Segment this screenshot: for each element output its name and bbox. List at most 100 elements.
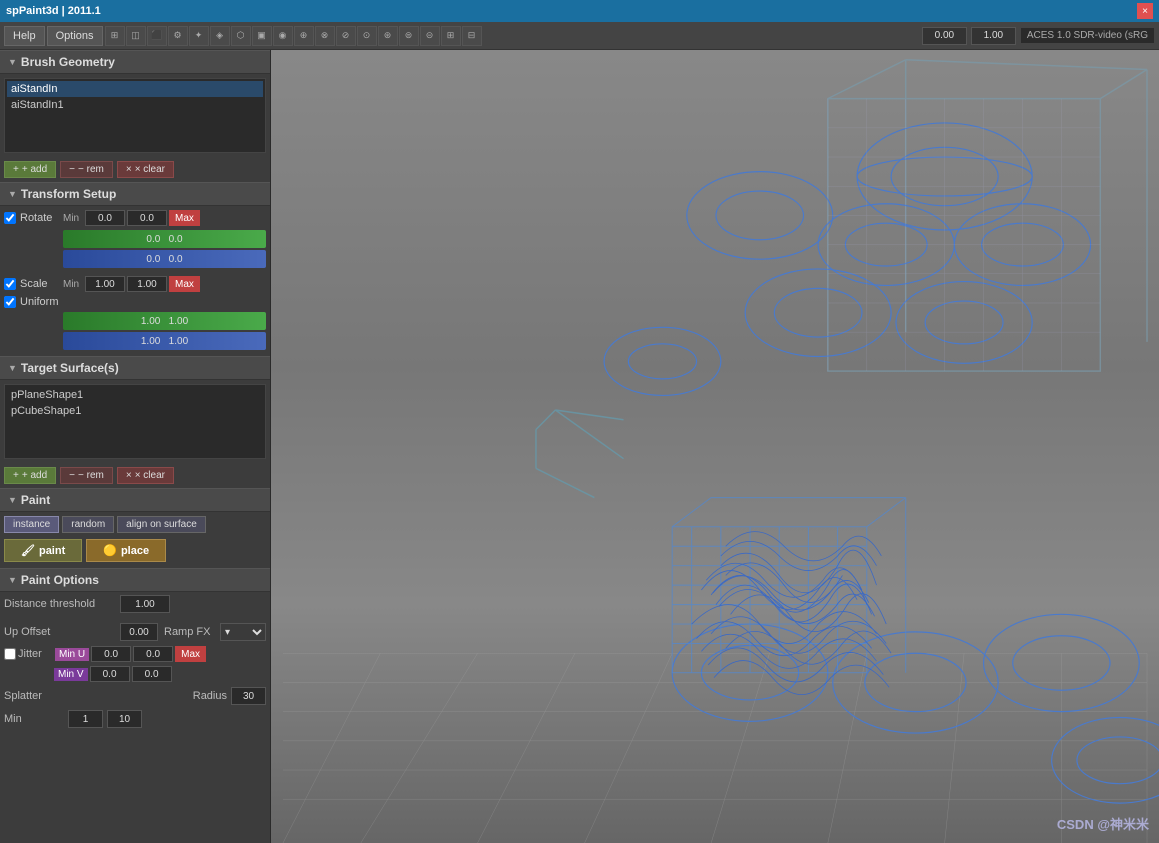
mode-align-button[interactable]: align on surface bbox=[117, 516, 206, 533]
rotate-green-bar[interactable]: 0.0 0.0 bbox=[63, 230, 266, 248]
toolbar-icon-10[interactable]: ⊕ bbox=[294, 26, 314, 46]
toolbar-value2[interactable] bbox=[971, 27, 1016, 45]
brush-clear-label: × clear bbox=[135, 164, 165, 175]
toolbar-icon-11[interactable]: ⊗ bbox=[315, 26, 335, 46]
uniform-green-val2: 1.00 bbox=[169, 316, 188, 327]
toolbar-icon-14[interactable]: ⊛ bbox=[378, 26, 398, 46]
mode-instance-button[interactable]: instance bbox=[4, 516, 59, 533]
jitter-u-max-btn[interactable]: Max bbox=[175, 646, 206, 662]
jitter-u-val1[interactable] bbox=[91, 646, 131, 662]
rotate-checkbox[interactable] bbox=[4, 212, 16, 224]
place-button[interactable]: 🟡 place bbox=[86, 539, 166, 562]
radius-input[interactable] bbox=[231, 687, 266, 705]
uniform-green-row: 1.00 1.00 bbox=[63, 312, 266, 330]
toolbar-icon-12[interactable]: ⊘ bbox=[336, 26, 356, 46]
rotate-label: Rotate bbox=[20, 212, 52, 224]
scale-min-val2[interactable] bbox=[127, 276, 167, 292]
brush-rem-button[interactable]: − − rem bbox=[60, 161, 113, 178]
max-value-input[interactable] bbox=[107, 710, 142, 728]
ramp-fx-select[interactable]: ▾ bbox=[220, 623, 266, 641]
close-button[interactable]: × bbox=[1137, 3, 1153, 19]
toolbar-icon-13[interactable]: ⊙ bbox=[357, 26, 377, 46]
toolbar-icon-2[interactable]: ◫ bbox=[126, 26, 146, 46]
rotate-min-val2[interactable] bbox=[127, 210, 167, 226]
toolbar-icon-15[interactable]: ⊜ bbox=[399, 26, 419, 46]
up-offset-row: Up Offset Ramp FX ▾ bbox=[0, 620, 270, 644]
brush-item-1[interactable]: aiStandIn1 bbox=[7, 97, 263, 113]
help-menu[interactable]: Help bbox=[4, 26, 45, 46]
scale-check-label[interactable]: Scale bbox=[4, 278, 59, 290]
brush-add-label: + add bbox=[22, 164, 47, 175]
ramp-fx-label: Ramp FX bbox=[164, 626, 214, 638]
paint-options-label: Paint Options bbox=[21, 573, 99, 587]
toolbar-icon-4[interactable]: ⚙ bbox=[168, 26, 188, 46]
brush-geometry-list: aiStandIn aiStandIn1 bbox=[4, 78, 266, 153]
scale-label: Scale bbox=[20, 278, 48, 290]
distance-threshold-input[interactable] bbox=[120, 595, 170, 613]
rotate-check-label[interactable]: Rotate bbox=[4, 212, 59, 224]
paint-options-header[interactable]: ▼ Paint Options bbox=[0, 568, 270, 592]
jitter-u-val2[interactable] bbox=[133, 646, 173, 662]
radius-label: Radius bbox=[193, 690, 227, 702]
target-surfaces-arrow: ▼ bbox=[8, 363, 17, 373]
paint-button[interactable]: 🖌 paint bbox=[4, 539, 82, 562]
min-value-input[interactable] bbox=[68, 710, 103, 728]
toolbar-icon-1[interactable]: ⊞ bbox=[105, 26, 125, 46]
toolbar-icon-5[interactable]: ✦ bbox=[189, 26, 209, 46]
toolbar-icon-18[interactable]: ⊟ bbox=[462, 26, 482, 46]
rotate-green-val1: 0.0 bbox=[146, 234, 160, 245]
scale-max-btn[interactable]: Max bbox=[169, 276, 200, 292]
mode-random-button[interactable]: random bbox=[62, 516, 114, 533]
jitter-checkbox[interactable] bbox=[4, 648, 16, 660]
toolbar-icon-3[interactable]: ⬛ bbox=[147, 26, 167, 46]
scale-checkbox[interactable] bbox=[4, 278, 16, 290]
surface-item-1[interactable]: pCubeShape1 bbox=[7, 403, 263, 419]
toolbar-icons: ⊞ ◫ ⬛ ⚙ ✦ ◈ ⬡ ▣ ◉ ⊕ ⊗ ⊘ ⊙ ⊛ ⊜ ⊝ ⊞ ⊟ bbox=[105, 26, 920, 46]
surface-rem-button[interactable]: − − rem bbox=[60, 467, 113, 484]
uniform-green-val1: 1.00 bbox=[141, 316, 160, 327]
paint-section-header[interactable]: ▼ Paint bbox=[0, 488, 270, 512]
toolbar-icon-7[interactable]: ⬡ bbox=[231, 26, 251, 46]
splatter-min-label: Min bbox=[4, 713, 64, 725]
toolbar-value1[interactable] bbox=[922, 27, 967, 45]
brush-item-0[interactable]: aiStandIn bbox=[7, 81, 263, 97]
rotate-max-btn[interactable]: Max bbox=[169, 210, 200, 226]
jitter-v-val2[interactable] bbox=[132, 666, 172, 682]
rem-icon: − bbox=[69, 164, 75, 175]
rotate-row: Rotate Min Max bbox=[4, 210, 266, 226]
uniform-blue-val1: 1.00 bbox=[141, 336, 160, 347]
surface-clear-icon: × bbox=[126, 470, 132, 481]
brush-clear-button[interactable]: × × clear bbox=[117, 161, 174, 178]
surface-clear-button[interactable]: × × clear bbox=[117, 467, 174, 484]
toolbar-icon-8[interactable]: ▣ bbox=[252, 26, 272, 46]
rotate-min-val1[interactable] bbox=[85, 210, 125, 226]
toolbar-icon-6[interactable]: ◈ bbox=[210, 26, 230, 46]
jitter-min-u-label: Min U bbox=[55, 648, 89, 661]
scale-min-val1[interactable] bbox=[85, 276, 125, 292]
brush-add-button[interactable]: + + add bbox=[4, 161, 56, 178]
transform-setup-label: Transform Setup bbox=[21, 187, 116, 201]
toolbar-icon-16[interactable]: ⊝ bbox=[420, 26, 440, 46]
surface-add-button[interactable]: + + add bbox=[4, 467, 56, 484]
uniform-check-label[interactable]: Uniform bbox=[4, 296, 59, 308]
brush-geometry-arrow: ▼ bbox=[8, 57, 17, 67]
up-offset-label: Up Offset bbox=[4, 626, 114, 638]
transform-setup-content: Rotate Min Max 0.0 0.0 0.0 bbox=[0, 206, 270, 356]
surface-item-0[interactable]: pPlaneShape1 bbox=[7, 387, 263, 403]
jitter-v-val1[interactable] bbox=[90, 666, 130, 682]
jitter-u-row: Jitter Min U Max bbox=[0, 644, 270, 664]
rotate-blue-bar[interactable]: 0.0 0.0 bbox=[63, 250, 266, 268]
options-menu[interactable]: Options bbox=[47, 26, 103, 46]
viewport[interactable]: CSDN @神米米 bbox=[271, 50, 1159, 843]
toolbar-icon-17[interactable]: ⊞ bbox=[441, 26, 461, 46]
uniform-green-bar[interactable]: 1.00 1.00 bbox=[63, 312, 266, 330]
up-offset-input[interactable] bbox=[120, 623, 158, 641]
uniform-checkbox[interactable] bbox=[4, 296, 16, 308]
rotate-blue-val1: 0.0 bbox=[146, 254, 160, 265]
toolbar-icon-9[interactable]: ◉ bbox=[273, 26, 293, 46]
brush-geometry-header[interactable]: ▼ Brush Geometry bbox=[0, 50, 270, 74]
uniform-label: Uniform bbox=[20, 296, 59, 308]
transform-setup-header[interactable]: ▼ Transform Setup bbox=[0, 182, 270, 206]
target-surfaces-header[interactable]: ▼ Target Surface(s) bbox=[0, 356, 270, 380]
uniform-blue-bar[interactable]: 1.00 1.00 bbox=[63, 332, 266, 350]
